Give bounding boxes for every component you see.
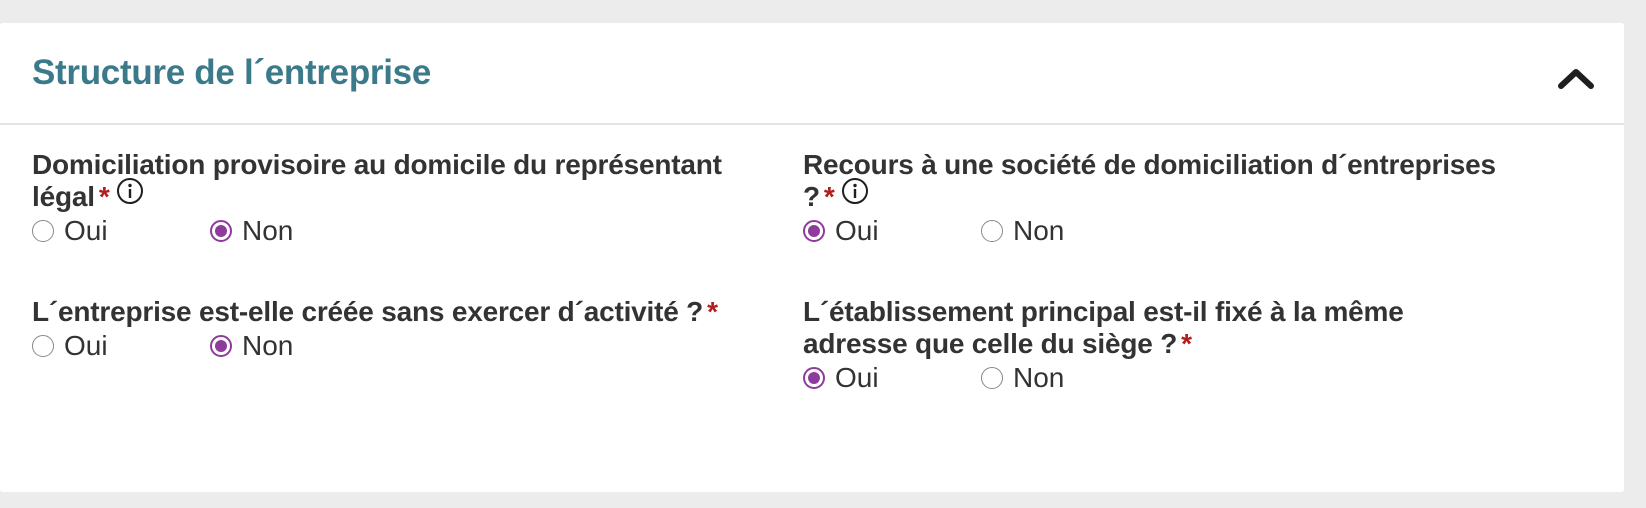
field-label-text: adresse que celle du siège ? (803, 328, 1178, 359)
required-marker: * (823, 181, 835, 212)
radio-button[interactable] (803, 220, 825, 242)
option-label: Oui (64, 330, 108, 361)
field-label: Recours à une société de domiciliation d… (803, 149, 1603, 213)
field-label: L´entreprise est-elle créée sans exercer… (32, 296, 792, 328)
info-icon[interactable] (116, 177, 144, 205)
field-societe-domiciliation: Recours à une société de domiciliation d… (803, 149, 1603, 249)
option-non[interactable]: Non (981, 215, 1064, 247)
option-non[interactable]: Non (210, 215, 293, 247)
option-oui[interactable]: Oui (32, 215, 210, 247)
option-non[interactable]: Non (210, 330, 293, 362)
required-marker: * (1181, 328, 1192, 359)
radio-button[interactable] (210, 220, 232, 242)
radio-group: Oui Non (32, 328, 792, 364)
field-label: L´établissement principal est-il fixé à … (803, 296, 1603, 360)
option-label: Non (242, 215, 294, 246)
option-label: Oui (835, 215, 879, 246)
chevron-up-icon (1558, 69, 1594, 89)
radio-button[interactable] (32, 335, 54, 357)
collapse-button[interactable] (1554, 63, 1598, 93)
option-oui[interactable]: Oui (803, 362, 981, 394)
radio-group: Oui Non (803, 213, 1603, 249)
radio-button[interactable] (981, 367, 1003, 389)
radio-button[interactable] (32, 220, 54, 242)
option-label: Oui (64, 215, 108, 246)
field-etablissement-principal: L´établissement principal est-il fixé à … (803, 296, 1603, 396)
field-label-text: L´entreprise est-elle créée sans exercer… (32, 296, 704, 327)
required-marker: * (707, 296, 718, 327)
option-oui[interactable]: Oui (803, 215, 981, 247)
info-icon[interactable] (841, 177, 869, 205)
option-label: Non (1013, 215, 1065, 246)
field-label-text: Domiciliation provisoire au domicile du … (32, 149, 722, 180)
radio-button[interactable] (981, 220, 1003, 242)
field-domiciliation-provisoire: Domiciliation provisoire au domicile du … (32, 149, 792, 249)
field-label: Domiciliation provisoire au domicile du … (32, 149, 792, 213)
section-card: Structure de l´entreprise Domiciliation … (0, 23, 1624, 492)
required-marker: * (98, 181, 110, 212)
radio-button[interactable] (210, 335, 232, 357)
radio-group: Oui Non (803, 360, 1603, 396)
section-header[interactable]: Structure de l´entreprise (0, 23, 1624, 125)
option-label: Oui (835, 362, 879, 393)
section-title: Structure de l´entreprise (32, 53, 431, 92)
option-label: Non (242, 330, 294, 361)
field-label-text: légal (32, 181, 95, 212)
radio-group: Oui Non (32, 213, 792, 249)
field-sans-activite: L´entreprise est-elle créée sans exercer… (32, 296, 792, 364)
field-label-text: ? (803, 181, 820, 212)
radio-button[interactable] (803, 367, 825, 389)
option-oui[interactable]: Oui (32, 330, 210, 362)
field-label-text: L´établissement principal est-il fixé à … (803, 296, 1404, 327)
option-label: Non (1013, 362, 1065, 393)
option-non[interactable]: Non (981, 362, 1064, 394)
field-label-text: Recours à une société de domiciliation d… (803, 149, 1496, 180)
